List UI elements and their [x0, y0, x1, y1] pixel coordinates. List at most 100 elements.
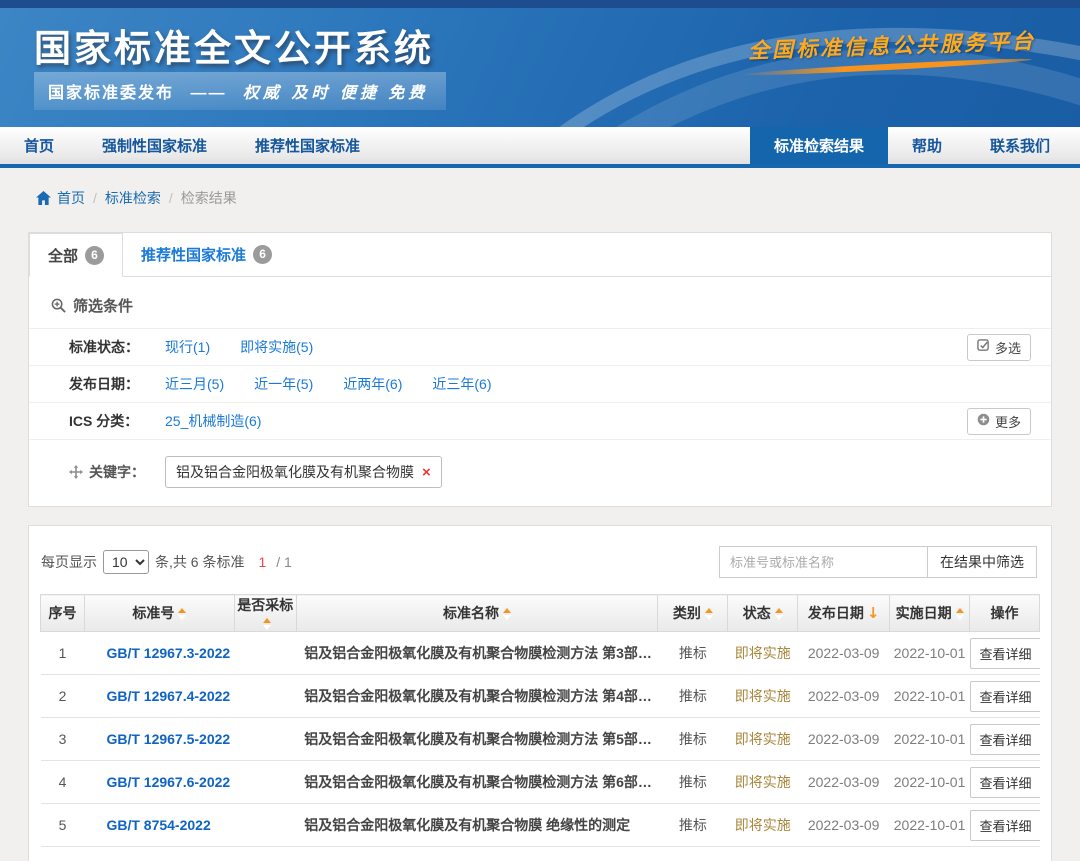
nav-item-首页[interactable]: 首页 [0, 127, 78, 164]
per-page-select[interactable]: 10 [103, 550, 149, 574]
breadcrumb-separator: / [93, 190, 97, 206]
sort-arrows-icon[interactable] [178, 608, 186, 620]
cell-action: 查看详细 [970, 632, 1040, 675]
cell-publish-date: 2022-03-09 [798, 718, 890, 761]
cell-standard-code[interactable]: GB/T 12967.4-2022 [84, 675, 234, 718]
keyword-label: 关键字： [89, 462, 145, 482]
breadcrumb-items: 首页/标准检索/检索结果 [57, 188, 237, 208]
sort-up-arrow [263, 618, 271, 623]
filter-action-label: 多选 [995, 338, 1021, 357]
sort-arrows-icon[interactable] [263, 618, 271, 630]
sort-arrows-icon[interactable] [503, 608, 511, 620]
cell-implement-date: 2022-10-01 [890, 632, 970, 675]
tab-全部[interactable]: 全部6 [29, 233, 123, 277]
nav-item-推荐性国家标准[interactable]: 推荐性国家标准 [231, 127, 384, 164]
filter-action-多选[interactable]: 多选 [967, 334, 1031, 361]
filter-in-results-button[interactable]: 在结果中筛选 [927, 546, 1037, 578]
filter-options: 现行(1) 即将实施(5) [165, 337, 967, 357]
column-header-实施日期[interactable]: 实施日期 [890, 595, 970, 632]
home-icon [36, 191, 51, 205]
column-header-标准号[interactable]: 标准号 [84, 595, 234, 632]
cell-publish-date: 2022-03-09 [798, 632, 890, 675]
move-arrows-icon [69, 465, 83, 479]
cell-publish-date: 2022-03-09 [798, 675, 890, 718]
nav-item-帮助[interactable]: 帮助 [888, 127, 966, 164]
cell-category: 推标 [658, 632, 728, 675]
cell-standard-name: 铝及铝合金阳极氧化膜及有机聚合物膜检测方法 第5部分：抗... [296, 718, 658, 761]
cell-standard-code[interactable]: GB/T 12967.5-2022 [84, 718, 234, 761]
filter-row-label: 标准状态： [69, 337, 165, 357]
cell-implement-date: 2022-10-01 [890, 675, 970, 718]
column-header-是否采标[interactable]: 是否采标 [234, 595, 296, 632]
column-header-序号[interactable]: 序号 [41, 595, 85, 632]
view-detail-button[interactable]: 查看详细 [970, 767, 1040, 798]
sort-arrows-icon[interactable] [956, 608, 964, 620]
filter-action-更多[interactable]: 更多 [967, 408, 1031, 435]
cell-category: 推标 [658, 761, 728, 804]
tag-close-icon[interactable]: × [422, 465, 431, 480]
column-header-状态[interactable]: 状态 [728, 595, 798, 632]
sort-arrows-icon[interactable] [705, 608, 713, 620]
cell-standard-code[interactable]: GB/T 12967.6-2022 [84, 761, 234, 804]
filter-option-现行(1)[interactable]: 现行(1) [165, 337, 210, 357]
cell-index: 5 [41, 804, 85, 847]
cell-category: 推标 [658, 675, 728, 718]
filter-rows: 标准状态：现行(1)即将实施(5)多选发布日期：近三月(5)近一年(5)近两年(… [29, 329, 1051, 440]
cell-standard-name: 铝及铝合金阳极氧化膜及有机聚合物膜检测方法 第4部分：耐... [296, 675, 658, 718]
column-label: 发布日期 [808, 605, 864, 621]
table-row: 4GB/T 12967.6-2022 铝及铝合金阳极氧化膜及有机聚合物膜检测方法 … [41, 761, 1040, 804]
column-header-操作[interactable]: 操作 [970, 595, 1040, 632]
filter-panel: 全部6推荐性国家标准6 筛选条件 标准状态：现行(1)即将实施(5)多选发布日期… [28, 232, 1052, 507]
cell-standard-name: 铝及铝合金阳极氧化膜及有机聚合物膜检测方法 第3部分：盐... [296, 632, 658, 675]
table-row: 2GB/T 12967.4-2022铝及铝合金阳极氧化膜及有机聚合物膜检测方法 … [41, 675, 1040, 718]
nav-item-强制性国家标准[interactable]: 强制性国家标准 [78, 127, 231, 164]
column-header-发布日期[interactable]: 发布日期↓ [798, 595, 890, 632]
filter-option-即将实施(5)[interactable]: 即将实施(5) [240, 337, 313, 357]
column-header-类别[interactable]: 类别 [658, 595, 728, 632]
tab-推荐性国家标准[interactable]: 推荐性国家标准6 [123, 232, 290, 276]
cell-standard-code[interactable]: GB/T 8754-2022 [84, 804, 234, 847]
filter-option-近三年(6)[interactable]: 近三年(6) [432, 374, 491, 394]
sort-up-arrow [705, 608, 713, 613]
view-detail-button[interactable]: 查看详细 [970, 638, 1040, 669]
cell-standard-code[interactable]: GB/T 12967.3-2022 [84, 632, 234, 675]
cell-index: 1 [41, 632, 85, 675]
banner-dash: —— [190, 85, 226, 102]
breadcrumb-item-首页[interactable]: 首页 [57, 190, 85, 206]
sort-desc-icon[interactable]: ↓ [867, 604, 880, 622]
column-label: 实施日期 [896, 605, 952, 621]
filter-option-近一年(5)[interactable]: 近一年(5) [254, 374, 313, 394]
filter-row-发布日期: 发布日期：近三月(5)近一年(5)近两年(6)近三年(6) [29, 366, 1051, 403]
column-header-标准名称[interactable]: 标准名称 [296, 595, 658, 632]
view-detail-button[interactable]: 查看详细 [970, 724, 1040, 755]
filter-option-近两年(6)[interactable]: 近两年(6) [343, 374, 402, 394]
nav-item-标准检索结果[interactable]: 标准检索结果 [750, 127, 888, 164]
cell-index: 4 [41, 761, 85, 804]
column-label: 类别 [673, 605, 701, 621]
cell-standard-name: 铝及铝合金阳极氧化膜及有机聚合物膜检测方法 第6部分：色... [296, 761, 658, 804]
view-detail-button[interactable]: 查看详细 [970, 681, 1040, 712]
cell-adopted [234, 675, 296, 718]
cell-status: 即将实施 [728, 632, 798, 675]
breadcrumb-item-检索结果: 检索结果 [181, 190, 237, 206]
sort-arrows-icon[interactable] [775, 608, 783, 620]
nav-item-联系我们[interactable]: 联系我们 [966, 127, 1074, 164]
keyword-tag-text: 铝及铝合金阳极氧化膜及有机聚合物膜 [176, 462, 414, 482]
filter-option-25_机械制造(6)[interactable]: 25_机械制造(6) [165, 411, 261, 431]
per-page-label: 每页显示 [41, 552, 97, 572]
result-filter-input[interactable] [719, 546, 927, 578]
filter-conditions-label: 筛选条件 [73, 295, 133, 316]
view-detail-button[interactable]: 查看详细 [970, 810, 1040, 841]
sort-down-arrow [503, 615, 511, 620]
table-row: 5GB/T 8754-2022铝及铝合金阳极氧化膜及有机聚合物膜 绝缘性的测定推… [41, 804, 1040, 847]
cell-adopted [234, 804, 296, 847]
column-label: 操作 [991, 605, 1019, 621]
cell-action: 查看详细 [970, 718, 1040, 761]
sort-down-arrow [178, 615, 186, 620]
sort-up-arrow [178, 608, 186, 613]
filter-option-近三月(5)[interactable]: 近三月(5) [165, 374, 224, 394]
results-count: 条,共 6 条标准 [155, 552, 244, 572]
cell-category: 推标 [658, 718, 728, 761]
cell-standard-name: 铝及铝合金阳极氧化膜及有机聚合物膜 绝缘性的测定 [296, 804, 658, 847]
breadcrumb-item-标准检索[interactable]: 标准检索 [105, 190, 161, 206]
